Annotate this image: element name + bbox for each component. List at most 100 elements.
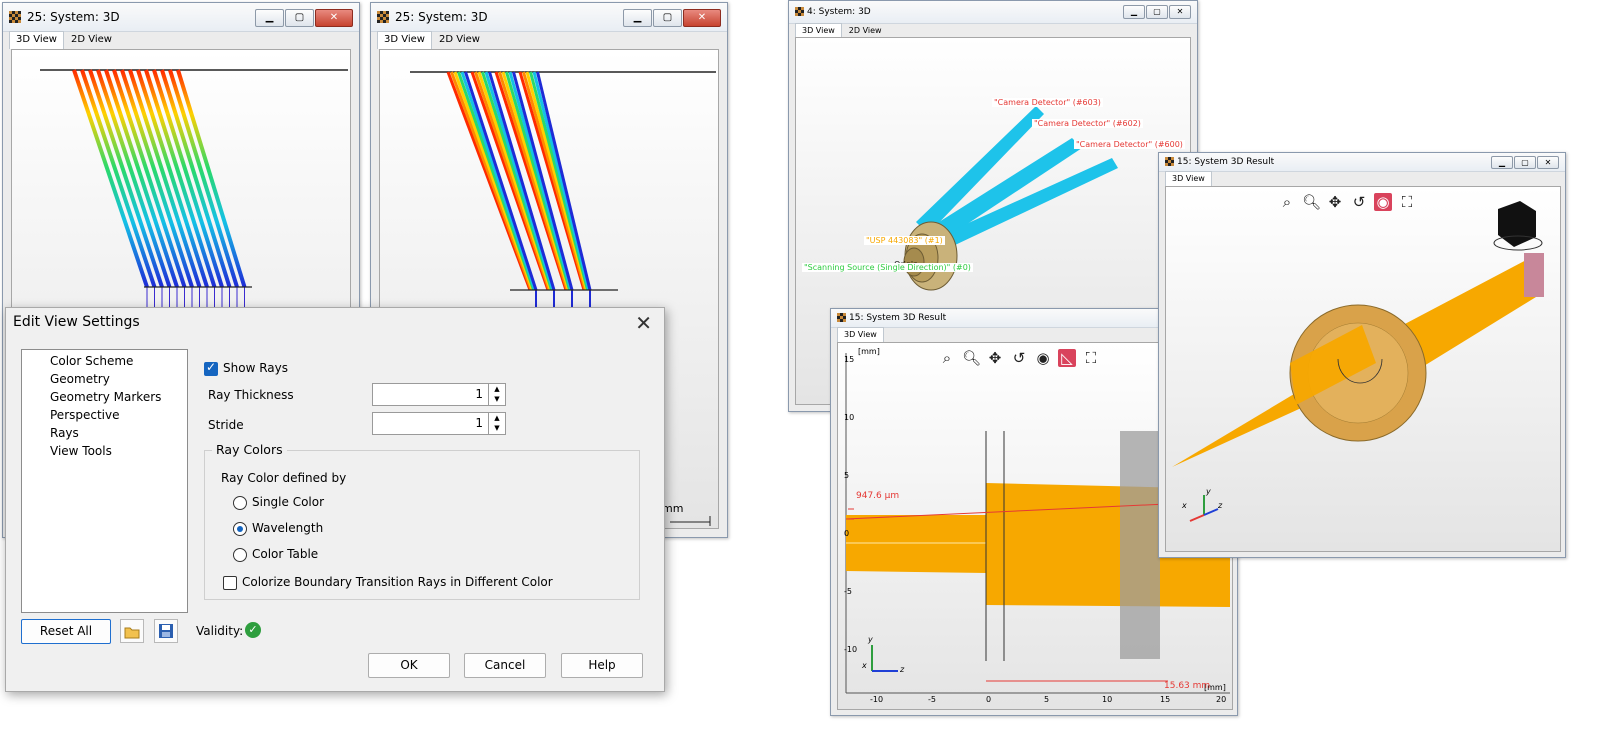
title-bar[interactable]: 15: System 3D Result ▁ ▢ ✕ bbox=[1159, 153, 1565, 172]
axis-x-label: x bbox=[862, 661, 867, 670]
close-button[interactable]: ✕ bbox=[315, 9, 353, 27]
stride-value: 1 bbox=[475, 416, 483, 430]
maximize-button[interactable]: ▢ bbox=[1146, 5, 1168, 19]
maximize-button[interactable]: ▢ bbox=[285, 9, 314, 27]
maximize-button[interactable]: ▢ bbox=[1514, 156, 1536, 169]
pan-icon[interactable]: ✥ bbox=[1326, 193, 1344, 211]
colorize-boundary-checkbox[interactable] bbox=[223, 576, 237, 590]
validity-label: Validity: bbox=[196, 624, 244, 638]
maximize-button[interactable]: ▢ bbox=[653, 9, 682, 27]
ray-line bbox=[464, 71, 538, 291]
ray-thickness-value: 1 bbox=[475, 387, 483, 401]
title-bar[interactable]: 4: System: 3D ▁ ▢ ✕ bbox=[789, 1, 1197, 24]
axis-z-label: z bbox=[900, 665, 905, 674]
spin-arrows-icon[interactable]: ▲ ▼ bbox=[488, 384, 505, 405]
y-tick-15: 15 bbox=[844, 355, 855, 364]
window-title: 25: System: 3D bbox=[27, 10, 120, 24]
y-axis-unit: [mm] bbox=[858, 347, 880, 356]
nav-item-color-scheme[interactable]: Color Scheme bbox=[50, 354, 133, 368]
label-scanning-source: "Scanning Source (Single Direction)" (#0… bbox=[802, 263, 973, 272]
zoom-fit-icon[interactable]: ⌕ bbox=[1278, 193, 1296, 211]
title-bar[interactable]: 25: System: 3D ▁ ▢ ✕ bbox=[3, 3, 359, 32]
axis-y-label: y bbox=[1206, 487, 1211, 496]
ok-button[interactable]: OK bbox=[368, 653, 450, 678]
rotate-icon[interactable]: ↺ bbox=[1010, 349, 1028, 367]
dimension-beam-height: 947.6 µm bbox=[856, 491, 900, 501]
label-camera-detector-600: "Camera Detector" (#600) bbox=[1074, 140, 1185, 149]
x-tick-0: 0 bbox=[986, 695, 992, 704]
minimize-button[interactable]: ▁ bbox=[1123, 5, 1145, 19]
stride-input[interactable]: 1 ▲ ▼ bbox=[372, 412, 506, 435]
nav-item-rays[interactable]: Rays bbox=[50, 426, 79, 440]
color-table-label: Color Table bbox=[252, 547, 319, 561]
zoom-fit-icon[interactable]: ⌕ bbox=[938, 349, 956, 367]
reset-all-button[interactable]: Reset All bbox=[21, 619, 111, 644]
open-folder-icon[interactable] bbox=[120, 619, 144, 643]
minimize-button[interactable]: ▁ bbox=[1491, 156, 1513, 169]
axis-x-label: x bbox=[1182, 501, 1187, 510]
scale-unit-label: mm bbox=[662, 502, 684, 515]
y-tick-neg10: -10 bbox=[844, 645, 858, 654]
close-button[interactable]: ✕ bbox=[683, 9, 721, 27]
dialog-title: Edit View Settings bbox=[13, 314, 140, 330]
view-eye-icon[interactable]: ◉ bbox=[1034, 349, 1052, 367]
help-button[interactable]: Help bbox=[561, 653, 643, 678]
label-camera-detector-602: "Camera Detector" (#602) bbox=[1032, 119, 1143, 128]
close-button[interactable]: ✕ bbox=[1169, 5, 1191, 19]
x-tick-10: 10 bbox=[1102, 695, 1113, 704]
nav-item-geometry[interactable]: Geometry bbox=[50, 372, 110, 386]
wavelength-label: Wavelength bbox=[252, 521, 324, 535]
x-tick-15: 15 bbox=[1160, 695, 1171, 704]
tab-2d-view[interactable]: 2D View bbox=[432, 31, 487, 49]
window-title: 25: System: 3D bbox=[395, 10, 488, 24]
app-icon bbox=[837, 313, 846, 322]
single-color-radio[interactable] bbox=[233, 496, 247, 510]
3d-viewport[interactable]: ⌕ 🔍︎ ✥ ↺ ◉ ⛶ y x z bbox=[1165, 186, 1561, 552]
x-tick-neg5: -5 bbox=[928, 695, 936, 704]
spin-arrows-icon[interactable]: ▲ ▼ bbox=[488, 413, 505, 434]
view-toolbar: ⌕ 🔍︎ ✥ ↺ ◉ ⛶ bbox=[1278, 193, 1416, 211]
x-tick-20: 20 bbox=[1216, 695, 1227, 704]
title-bar[interactable]: 25: System: 3D ▁ ▢ ✕ bbox=[371, 3, 727, 32]
rotate-icon[interactable]: ↺ bbox=[1350, 193, 1368, 211]
valid-check-icon: ✓ bbox=[245, 622, 261, 638]
ray-thickness-input[interactable]: 1 ▲ ▼ bbox=[372, 383, 506, 406]
axis-y-label: y bbox=[868, 635, 873, 644]
fullscreen-icon[interactable]: ⛶ bbox=[1082, 349, 1100, 367]
zoom-icon[interactable]: 🔍︎ bbox=[962, 349, 981, 367]
axis-z-label: z bbox=[1218, 501, 1223, 510]
fullscreen-icon[interactable]: ⛶ bbox=[1398, 193, 1416, 211]
show-rays-checkbox[interactable] bbox=[204, 360, 218, 376]
x-tick-5: 5 bbox=[1044, 695, 1050, 704]
measure-icon[interactable]: ◺ bbox=[1058, 349, 1076, 367]
tab-3d-view[interactable]: 3D View bbox=[377, 31, 432, 49]
tab-2d-view[interactable]: 2D View bbox=[64, 31, 119, 49]
window-title: 15: System 3D Result bbox=[849, 313, 947, 323]
minimize-button[interactable]: ▁ bbox=[623, 9, 652, 27]
close-icon[interactable]: ✕ bbox=[635, 311, 652, 335]
y-tick-10: 10 bbox=[844, 413, 855, 422]
stride-label: Stride bbox=[208, 418, 244, 432]
zoom-icon[interactable]: 🔍︎ bbox=[1302, 193, 1321, 211]
wavelength-radio[interactable] bbox=[233, 522, 247, 536]
ray-colors-group-title: Ray Colors bbox=[212, 442, 287, 457]
y-tick-5: 5 bbox=[844, 471, 850, 480]
system-3d-result-window-back: 15: System 3D Result ▁ ▢ ✕ 3D View ⌕ 🔍︎ … bbox=[1158, 152, 1566, 558]
pan-icon[interactable]: ✥ bbox=[986, 349, 1004, 367]
nav-item-view-tools[interactable]: View Tools bbox=[50, 444, 112, 458]
y-tick-0: 0 bbox=[844, 529, 850, 538]
app-icon bbox=[377, 11, 389, 23]
cancel-button[interactable]: Cancel bbox=[464, 653, 546, 678]
label-camera-detector-603: "Camera Detector" (#603) bbox=[992, 98, 1103, 107]
color-table-radio[interactable] bbox=[233, 548, 247, 562]
tab-3d-view[interactable]: 3D View bbox=[9, 31, 64, 49]
y-tick-neg5: -5 bbox=[844, 587, 852, 596]
save-icon[interactable] bbox=[154, 619, 178, 643]
view-eye-icon[interactable]: ◉ bbox=[1374, 193, 1392, 211]
nav-item-perspective[interactable]: Perspective bbox=[50, 408, 120, 422]
nav-item-geometry-markers[interactable]: Geometry Markers bbox=[50, 390, 161, 404]
minimize-button[interactable]: ▁ bbox=[255, 9, 284, 27]
axis-triad-icon: y x z bbox=[862, 635, 905, 679]
dimension-distance: 15.63 mm bbox=[1164, 681, 1211, 691]
close-button[interactable]: ✕ bbox=[1537, 156, 1559, 169]
